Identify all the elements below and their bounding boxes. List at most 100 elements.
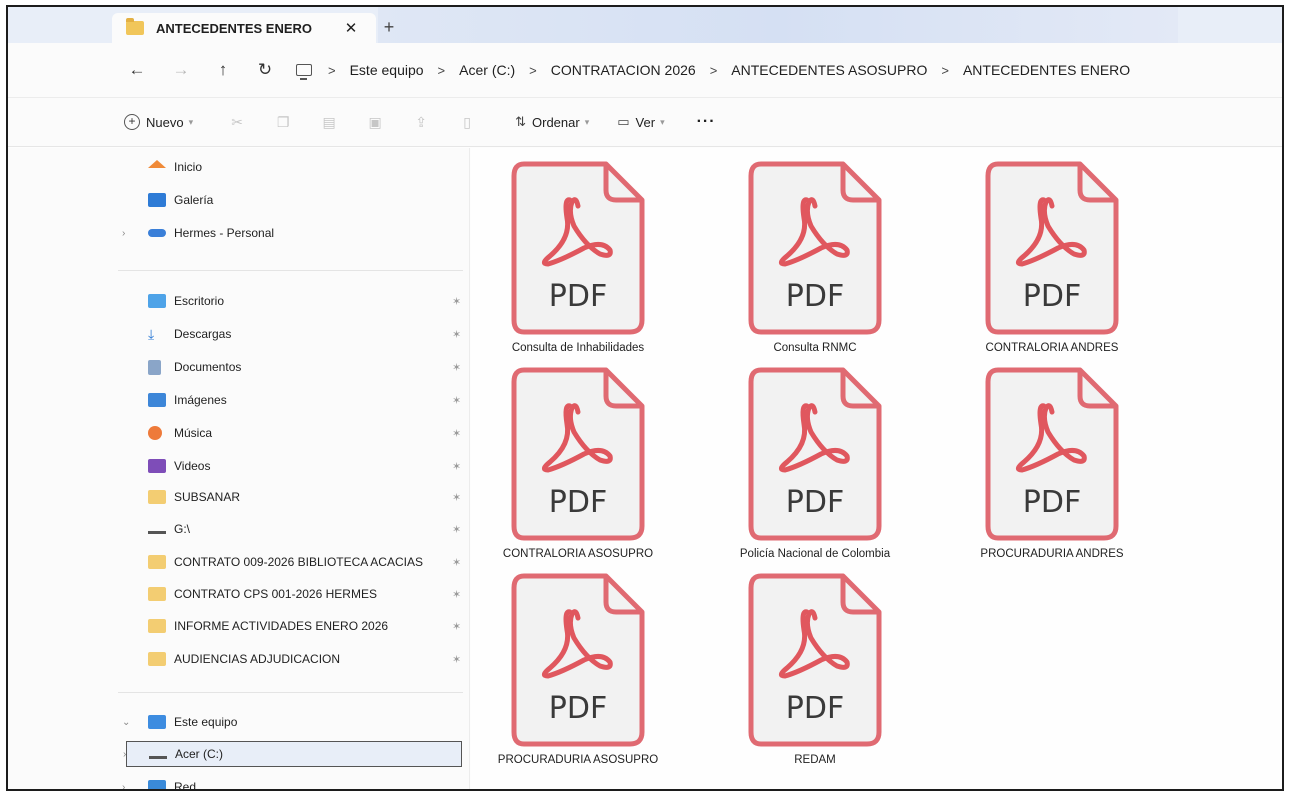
pin-icon[interactable]: ✶ xyxy=(452,588,461,601)
file-name: CONTRALORIA ANDRES xyxy=(985,342,1119,354)
pdf-file-icon: PDF xyxy=(510,572,646,748)
view-button[interactable]: ▭ Ver ▾ xyxy=(617,114,664,130)
sidebar-item-label: Documentos xyxy=(174,360,242,374)
pin-icon[interactable]: ✶ xyxy=(452,556,461,569)
breadcrumb-antecedentes-asosupro[interactable]: ANTECEDENTES ASOSUPRO xyxy=(731,62,927,78)
sidebar-item-label: Acer (C:) xyxy=(175,747,223,761)
cut-icon[interactable]: ✂ xyxy=(229,114,245,130)
forward-button[interactable]: → xyxy=(166,55,196,85)
more-options-button[interactable]: ··· xyxy=(697,113,716,131)
breadcrumb-acer-c[interactable]: Acer (C:) xyxy=(459,62,515,78)
pin-icon[interactable]: ✶ xyxy=(452,460,461,473)
rename-icon[interactable]: ▣ xyxy=(367,114,383,130)
plus-icon: + xyxy=(124,114,140,130)
pin-icon[interactable]: ✶ xyxy=(452,394,461,407)
breadcrumb-contratacion-2026[interactable]: CONTRATACION 2026 xyxy=(551,62,696,78)
pdf-type-label: PDF xyxy=(786,691,844,726)
back-button[interactable]: ← xyxy=(122,55,152,85)
sidebar-item-musica[interactable]: Música ✶ xyxy=(118,420,468,446)
pin-icon[interactable]: ✶ xyxy=(452,620,461,633)
sidebar-item-hermes-personal[interactable]: › Hermes - Personal xyxy=(118,220,468,246)
sidebar-item-red[interactable]: › Red xyxy=(118,774,468,790)
pdf-type-label: PDF xyxy=(1023,485,1081,520)
title-bar-background xyxy=(378,7,1178,43)
gallery-icon xyxy=(148,193,166,207)
cloud-icon xyxy=(148,229,166,237)
file-item[interactable]: PDF Consulta de Inhabilidades xyxy=(473,160,663,360)
pin-icon[interactable]: ✶ xyxy=(452,653,461,666)
sidebar-item-este-equipo[interactable]: ⌄ Este equipo xyxy=(118,709,468,735)
breadcrumb[interactable]: > Este equipo > Acer (C:) > CONTRATACION… xyxy=(296,55,1130,85)
file-item[interactable]: PDF CONTRALORIA ASOSUPRO xyxy=(473,366,663,566)
sidebar-item-label: Galería xyxy=(174,193,214,207)
sidebar-item-documentos[interactable]: Documentos ✶ xyxy=(118,354,468,380)
file-item[interactable]: PDF REDAM xyxy=(710,572,900,772)
sidebar-item-informe-actividades[interactable]: INFORME ACTIVIDADES ENERO 2026 ✶ xyxy=(118,613,468,639)
sidebar-item-escritorio[interactable]: Escritorio ✶ xyxy=(118,288,468,314)
sidebar-item-label: Imágenes xyxy=(174,393,227,407)
sidebar-item-label: INFORME ACTIVIDADES ENERO 2026 xyxy=(174,619,389,633)
file-explorer-window: ANTECEDENTES ENERO ✕ + ← → ↑ ↻ > Este eq… xyxy=(6,5,1284,791)
sidebar-item-acer-c[interactable]: › Acer (C:) xyxy=(123,741,462,767)
chevron-down-icon: ▾ xyxy=(188,116,194,127)
share-icon[interactable]: ⇪ xyxy=(413,114,429,130)
file-item[interactable]: PDF Consulta RNMC xyxy=(710,160,900,360)
copy-icon[interactable]: ❐ xyxy=(275,114,291,130)
sidebar-item-contrato-009[interactable]: CONTRATO 009-2026 BIBLIOTECA ACACIAS ✶ xyxy=(118,549,468,575)
tab-antecedentes-enero[interactable]: ANTECEDENTES ENERO ✕ xyxy=(112,13,376,43)
up-button[interactable]: ↑ xyxy=(208,55,238,85)
folder-icon xyxy=(148,555,166,569)
title-bar: ANTECEDENTES ENERO ✕ + xyxy=(8,7,1282,43)
sidebar-item-label: Descargas xyxy=(174,327,232,341)
view-button-label: Ver xyxy=(635,114,656,130)
file-item[interactable]: PDF PROCURADURIA ASOSUPRO xyxy=(473,572,663,772)
file-item[interactable]: PDF CONTRALORIA ANDRES xyxy=(947,160,1137,360)
pdf-file-icon: PDF xyxy=(984,366,1120,542)
sidebar-item-inicio[interactable]: Inicio xyxy=(118,154,468,180)
sidebar-item-imagenes[interactable]: Imágenes ✶ xyxy=(118,387,468,413)
sort-button-label: Ordenar xyxy=(532,114,580,130)
file-list: PDF Consulta de Inhabilidades PDF Consulta … xyxy=(471,148,1282,789)
paste-icon[interactable]: ▤ xyxy=(321,114,337,130)
new-button[interactable]: + Nuevo ▾ xyxy=(124,114,193,130)
tab-title: ANTECEDENTES ENERO xyxy=(156,20,313,36)
refresh-button[interactable]: ↻ xyxy=(250,55,280,85)
pin-icon[interactable]: ✶ xyxy=(452,427,461,440)
desktop-icon xyxy=(148,294,166,308)
sidebar-item-audiencias[interactable]: AUDIENCIAS ADJUDICACION ✶ xyxy=(118,646,468,672)
sidebar-item-label: G:\ xyxy=(174,522,191,536)
sidebar-item-descargas[interactable]: ⤓ Descargas ✶ xyxy=(118,321,468,347)
music-icon xyxy=(148,426,162,440)
pdf-file-icon: PDF xyxy=(747,572,883,748)
sort-button[interactable]: ⇅ Ordenar ▾ xyxy=(515,114,589,130)
file-item[interactable]: PDF PROCURADURIA ANDRES xyxy=(947,366,1137,566)
sidebar-item-label: Escritorio xyxy=(174,294,225,308)
sidebar-item-contrato-cps[interactable]: CONTRATO CPS 001-2026 HERMES ✶ xyxy=(118,581,468,607)
view-icon: ▭ xyxy=(617,114,630,129)
pin-icon[interactable]: ✶ xyxy=(452,328,461,341)
chevron-right-icon[interactable]: › xyxy=(123,749,126,760)
pin-icon[interactable]: ✶ xyxy=(452,491,461,504)
pin-icon[interactable]: ✶ xyxy=(452,295,461,308)
sidebar-item-label: SUBSANAR xyxy=(174,490,241,504)
sidebar-item-galeria[interactable]: Galería xyxy=(118,187,468,213)
sidebar-item-subsanar[interactable]: SUBSANAR ✶ xyxy=(118,484,468,510)
breadcrumb-este-equipo[interactable]: Este equipo xyxy=(350,62,424,78)
new-button-label: Nuevo xyxy=(146,114,184,130)
sidebar-divider xyxy=(118,692,463,693)
new-tab-button[interactable]: + xyxy=(378,17,400,39)
sidebar-item-videos[interactable]: Videos ✶ xyxy=(118,453,468,479)
pin-icon[interactable]: ✶ xyxy=(452,523,461,536)
pin-icon[interactable]: ✶ xyxy=(452,361,461,374)
close-tab-icon[interactable]: ✕ xyxy=(340,19,362,37)
file-item[interactable]: PDF Policía Nacional de Colombia xyxy=(710,366,900,566)
sidebar-item-g-drive[interactable]: G:\ ✶ xyxy=(118,516,468,542)
chevron-right-icon[interactable]: › xyxy=(122,782,125,790)
breadcrumb-antecedentes-enero[interactable]: ANTECEDENTES ENERO xyxy=(963,62,1130,78)
sidebar-item-label: Música xyxy=(174,426,213,440)
folder-icon xyxy=(148,652,166,666)
delete-icon[interactable]: ▯ xyxy=(459,114,475,130)
chevron-right-icon[interactable]: › xyxy=(122,228,125,239)
chevron-down-icon[interactable]: ⌄ xyxy=(122,717,130,728)
folder-icon xyxy=(126,18,144,35)
